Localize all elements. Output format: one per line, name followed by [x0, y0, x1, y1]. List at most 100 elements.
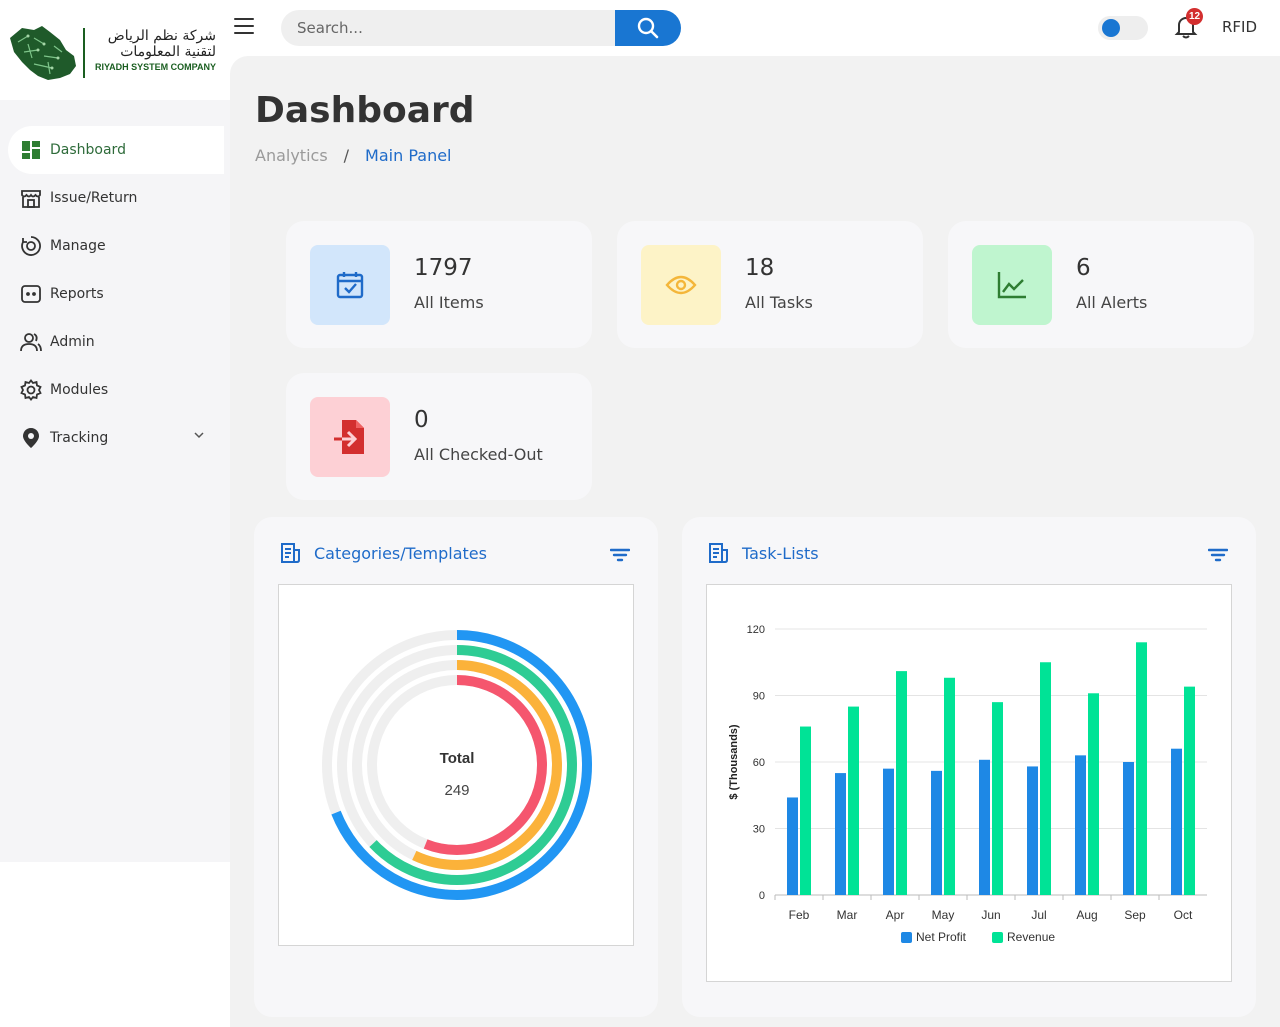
x-tick-label: Aug	[1076, 908, 1097, 922]
sidebar-item-manage[interactable]: Manage	[0, 222, 230, 270]
legend-marker	[992, 932, 1003, 943]
file-export-icon	[334, 420, 364, 454]
sidebar-item-label: Tracking	[50, 430, 109, 446]
admin-icon	[20, 331, 42, 353]
legend-label[interactable]: Revenue	[1007, 930, 1055, 944]
user-label[interactable]: RFID	[1222, 18, 1257, 36]
sidebar-item-dashboard[interactable]: Dashboard	[8, 126, 224, 174]
logo-divider	[83, 28, 85, 78]
calendar-check-icon	[336, 272, 364, 299]
stat-icon-box	[641, 245, 721, 325]
radial-chart: Total 249	[322, 630, 592, 900]
bar-revenue[interactable]	[1088, 693, 1099, 895]
breadcrumb-analytics[interactable]: Analytics	[255, 146, 328, 165]
bar-revenue[interactable]	[800, 726, 811, 895]
bar-net-profit[interactable]	[787, 797, 798, 895]
filter-icon[interactable]	[1207, 547, 1229, 562]
theme-toggle[interactable]	[1098, 16, 1148, 40]
dashboard-icon	[20, 139, 42, 161]
sidebar-item-label: Admin	[50, 334, 95, 350]
reports-icon	[20, 283, 42, 305]
saudi-map-icon	[10, 26, 76, 80]
search-input[interactable]	[281, 10, 621, 46]
bar-net-profit[interactable]	[979, 759, 990, 895]
search-bar	[281, 10, 681, 46]
sidebar-item-label: Manage	[50, 238, 106, 254]
x-tick-label: Mar	[837, 908, 858, 922]
y-tick-label: 90	[753, 691, 765, 703]
panel-header: Task-Lists	[706, 541, 819, 565]
bar-revenue[interactable]	[1136, 642, 1147, 895]
panel-header: Categories/Templates	[278, 541, 487, 565]
bar-revenue[interactable]	[848, 706, 859, 895]
search-button[interactable]	[615, 10, 681, 46]
logo-arabic-line2: لتقنية المعلومات	[120, 44, 216, 60]
page-title: Dashboard	[255, 90, 475, 131]
stat-card-tasks[interactable]: 18 All Tasks	[617, 221, 923, 348]
manage-icon	[20, 235, 42, 257]
stat-label: All Items	[414, 293, 484, 312]
sidebar-item-label: Modules	[50, 382, 109, 398]
logo-english: RIYADH SYSTEM COMPANY	[94, 62, 216, 72]
sidebar: شركة نظم الرياض لتقنية المعلومات RIYADH …	[0, 0, 230, 862]
logo-text: شركة نظم الرياض لتقنية المعلومات RIYADH …	[90, 28, 216, 72]
x-tick-label: Sep	[1124, 908, 1146, 922]
stat-value: 6	[1076, 255, 1091, 281]
stat-icon-box	[972, 245, 1052, 325]
stat-icon-box	[310, 245, 390, 325]
sidebar-nav: Dashboard Issue/Return Manage Reports Ad…	[0, 126, 230, 462]
y-tick-label: 0	[759, 890, 765, 902]
location-pin-icon	[20, 427, 42, 449]
radial-total-value: 249	[444, 782, 469, 799]
bar-net-profit[interactable]	[1171, 748, 1182, 895]
legend-label[interactable]: Net Profit	[916, 930, 967, 944]
y-tick-label: 120	[747, 624, 765, 636]
bar-revenue[interactable]	[1040, 662, 1051, 895]
x-tick-label: Jul	[1031, 908, 1046, 922]
sidebar-item-label: Dashboard	[50, 142, 126, 158]
menu-toggle-icon[interactable]	[234, 18, 254, 36]
breadcrumb: Analytics / Main Panel	[255, 146, 452, 165]
stat-card-alerts[interactable]: 6 All Alerts	[948, 221, 1254, 348]
sidebar-item-issue-return[interactable]: Issue/Return	[0, 174, 230, 222]
sidebar-item-modules[interactable]: Modules	[0, 366, 230, 414]
stat-value: 1797	[414, 255, 473, 281]
document-icon	[281, 543, 300, 563]
sidebar-item-tracking[interactable]: Tracking	[0, 414, 230, 462]
bar-revenue[interactable]	[944, 677, 955, 895]
categories-panel: Categories/Templates Total 249	[254, 517, 658, 1017]
bar-revenue[interactable]	[992, 702, 1003, 895]
stat-label: All Tasks	[745, 293, 813, 312]
gear-icon	[20, 379, 42, 401]
bar-revenue[interactable]	[896, 671, 907, 895]
bar-revenue[interactable]	[1184, 686, 1195, 895]
sidebar-item-admin[interactable]: Admin	[0, 318, 230, 366]
sidebar-header: شركة نظم الرياض لتقنية المعلومات RIYADH …	[0, 0, 230, 100]
chevron-down-icon[interactable]	[194, 431, 204, 442]
x-tick-label: Feb	[789, 908, 810, 922]
sidebar-item-label: Reports	[50, 286, 104, 302]
bar-chart: 0 30 60 90 120 $ (Thousands) Feb Mar Apr May Jun Ju…	[728, 624, 1207, 944]
radial-total-label: Total	[440, 750, 475, 767]
sidebar-item-reports[interactable]: Reports	[0, 270, 230, 318]
x-tick-label: May	[932, 908, 955, 922]
breadcrumb-main-panel[interactable]: Main Panel	[365, 146, 451, 165]
logo-arabic-line1: شركة نظم الرياض	[107, 28, 216, 44]
stat-card-items[interactable]: 1797 All Items	[286, 221, 592, 348]
bar-net-profit[interactable]	[1075, 755, 1086, 895]
stat-card-checked-out[interactable]: 0 All Checked-Out	[286, 373, 592, 500]
bar-net-profit[interactable]	[1027, 766, 1038, 895]
sidebar-item-label: Issue/Return	[50, 190, 138, 206]
breadcrumb-separator: /	[343, 146, 350, 165]
stat-value: 18	[745, 255, 775, 281]
radial-chart-container: Total 249	[278, 584, 634, 946]
bar-net-profit[interactable]	[883, 768, 894, 895]
bar-net-profit[interactable]	[931, 770, 942, 895]
main-content: Dashboard Analytics / Main Panel 1797 Al…	[230, 56, 1280, 1027]
bar-net-profit[interactable]	[1123, 762, 1134, 895]
x-tick-label: Jun	[981, 908, 1000, 922]
y-tick-label: 30	[753, 824, 765, 836]
bar-net-profit[interactable]	[835, 773, 846, 895]
line-chart-icon	[997, 272, 1026, 299]
filter-icon[interactable]	[609, 547, 631, 562]
